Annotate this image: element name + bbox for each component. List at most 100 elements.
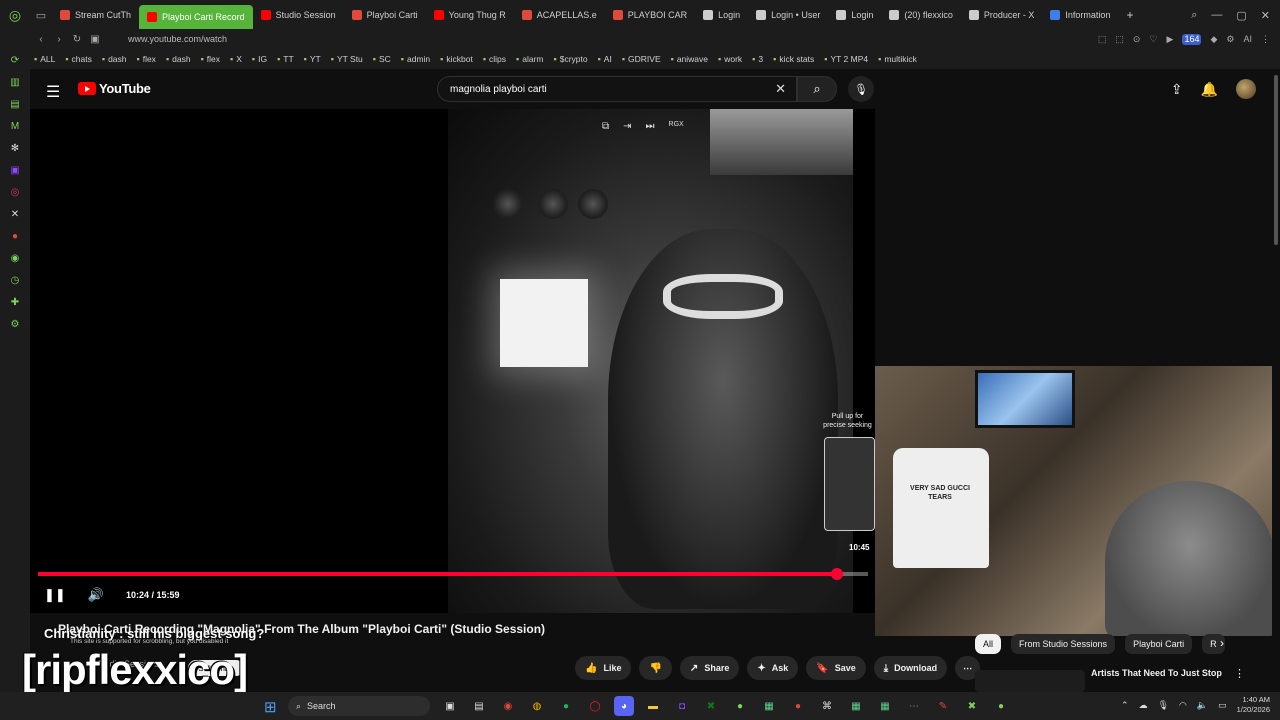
task-view-icon[interactable]: ▣ <box>440 696 460 716</box>
maximize-icon[interactable]: ▢ <box>1236 9 1246 22</box>
video-player[interactable]: ⧉ ⇥ ⏭ RGX Pull up for precise seeking 10… <box>30 109 875 613</box>
app-icon[interactable]: ● <box>788 696 808 716</box>
pause-icon[interactable]: ❚❚ <box>44 587 66 603</box>
bookmark-item[interactable]: ▪ YT 2 MP4 <box>824 54 868 64</box>
avatar[interactable] <box>1236 79 1256 99</box>
extension-icon[interactable]: ♡ <box>1149 34 1157 45</box>
sidebar-icon[interactable]: M <box>11 121 19 132</box>
volume-icon[interactable]: 🔊 <box>88 587 104 603</box>
wifi-icon[interactable]: ◠ <box>1179 700 1187 711</box>
app-icon[interactable]: ● <box>730 696 750 716</box>
bookmark-item[interactable]: ▪ kick stats <box>773 54 814 64</box>
new-tab-button[interactable]: + <box>1118 0 1141 30</box>
save-button[interactable]: 🔖 Save <box>806 656 866 680</box>
bookmark-item[interactable]: ▪ aniwave <box>671 54 708 64</box>
share-button[interactable]: ↗ Share <box>679 656 740 680</box>
bookmark-item[interactable]: ▪ YT Stu <box>331 54 363 64</box>
bookmark-item[interactable]: ▪ TT <box>277 54 294 64</box>
twitch-icon[interactable]: ▣ <box>10 165 19 176</box>
app-icon[interactable]: ⌘ <box>817 696 837 716</box>
x-icon[interactable]: ✕ <box>11 209 19 220</box>
download-button[interactable]: ⤓ Download <box>873 656 948 680</box>
browser-tab[interactable]: ACAPELLAS.e <box>514 0 605 30</box>
upload-icon[interactable]: ⇪ <box>1171 81 1183 98</box>
battery-icon[interactable]: ▭ <box>1218 700 1227 711</box>
bookmark-item[interactable]: ▪ IG <box>252 54 267 64</box>
voice-search-button[interactable]: 🎙 <box>848 76 874 102</box>
minimize-icon[interactable]: — <box>1211 9 1222 22</box>
bookmark-item[interactable]: ▪ X <box>230 54 242 64</box>
extension-icon[interactable]: ⬚ <box>1115 34 1124 45</box>
mic-icon[interactable]: 🎙 <box>1158 700 1169 711</box>
browser-tab[interactable]: Studio Session <box>253 0 344 30</box>
xbox-icon[interactable]: ✖ <box>962 696 982 716</box>
bookmark-item[interactable]: ▪ AI <box>598 54 612 64</box>
bookmark-item[interactable]: ▪ clips <box>483 54 506 64</box>
extension-icon[interactable]: ▶ <box>1167 34 1174 45</box>
settings-icon[interactable]: ⚙ <box>11 319 20 330</box>
opera-icon[interactable]: ◯ <box>585 696 605 716</box>
browser-tab[interactable]: (20) flexxico <box>881 0 961 30</box>
browser-tab[interactable]: Information <box>1042 0 1118 30</box>
scroll-thumb[interactable] <box>1274 75 1278 245</box>
xbox-icon[interactable]: ✖ <box>701 696 721 716</box>
page-scrollbar[interactable] <box>1272 69 1280 692</box>
skip-icon[interactable]: ⏭ <box>646 121 655 132</box>
url-field[interactable]: www.youtube.com/watch <box>128 34 227 44</box>
back-icon[interactable]: ‹ <box>32 34 50 45</box>
sidebar-icon[interactable]: ▤ <box>10 99 19 110</box>
extension-icon[interactable]: ⬚ <box>1098 34 1107 45</box>
filter-chip[interactable]: Playboi Carti <box>1125 634 1193 654</box>
app-icon[interactable]: ◉ <box>498 696 518 716</box>
bookmark-item[interactable]: ▪ dash <box>166 54 191 64</box>
app-icon[interactable]: ▦ <box>875 696 895 716</box>
app-icon[interactable]: ✎ <box>933 696 953 716</box>
file-explorer-icon[interactable]: ▬ <box>643 696 663 716</box>
search-input[interactable]: magnolia playboi carti ✕ <box>437 76 797 102</box>
browser-tab[interactable]: Login • User <box>748 0 828 30</box>
bookmark-item[interactable]: ▪ 3 <box>752 54 763 64</box>
system-clock[interactable]: 1:40 AM 1/20/2026 <box>1237 695 1270 715</box>
sidebar-icon[interactable]: ● <box>12 231 18 242</box>
bookmark-item[interactable]: ▪ ALL <box>34 54 55 64</box>
browser-tab[interactable]: Stream CutTh <box>52 0 139 30</box>
bookmark-item[interactable]: ▪ $crypto <box>554 54 588 64</box>
recommendation-thumbnail[interactable] <box>975 670 1085 692</box>
bookmark-item[interactable]: ▪ chats <box>65 54 92 64</box>
bookmark-item[interactable]: ▪ alarm <box>516 54 543 64</box>
youtube-logo[interactable]: YouTube <box>78 81 151 96</box>
like-button[interactable]: 👍 Like <box>575 656 632 680</box>
chrome-icon[interactable]: ◍ <box>527 696 547 716</box>
app-icon[interactable]: ▦ <box>759 696 779 716</box>
chatgpt-icon[interactable]: ✻ <box>11 143 19 154</box>
workspaces-icon[interactable]: ▭ <box>30 0 52 30</box>
extensions-icon[interactable]: ✚ <box>11 297 19 308</box>
search-tabs-icon[interactable]: ⌕ <box>1191 9 1197 22</box>
chip-next-icon[interactable]: › <box>1220 636 1224 650</box>
browser-tab[interactable]: PLAYBOI CAR <box>605 0 695 30</box>
recommendation-title[interactable]: Artists That Need To Just Stop <box>1091 668 1222 678</box>
progress-bar[interactable] <box>38 572 868 576</box>
browser-tab[interactable]: Login <box>828 0 881 30</box>
instagram-icon[interactable]: ◎ <box>11 187 20 198</box>
discord-icon[interactable]: ◕ <box>614 696 634 716</box>
browser-menu-icon[interactable]: ⋮ <box>1261 34 1270 45</box>
extension-icon[interactable]: ⚙ <box>1226 34 1234 45</box>
bookmark-item[interactable]: ▪ dash <box>102 54 127 64</box>
search-button[interactable]: ⌕ <box>797 76 837 102</box>
tray-chevron-icon[interactable]: ⌃ <box>1121 700 1129 711</box>
reload-icon[interactable]: ↻ <box>68 34 86 45</box>
app-icon[interactable]: ◘ <box>672 696 692 716</box>
app-icon[interactable]: ▤ <box>469 696 489 716</box>
bookmark-item[interactable]: ▪ YT <box>304 54 321 64</box>
exit-icon[interactable]: ⇥ <box>623 121 631 132</box>
extension-badge[interactable]: 164 <box>1182 33 1202 45</box>
filter-chip[interactable]: All <box>975 634 1002 654</box>
app-icon[interactable]: ▦ <box>846 696 866 716</box>
bookmark-item[interactable]: ▪ kickbot <box>440 54 473 64</box>
extension-icon[interactable]: ⊙ <box>1133 34 1141 45</box>
history-icon[interactable]: ◷ <box>11 275 20 286</box>
hamburger-menu-icon[interactable]: ☰ <box>46 82 60 102</box>
bookmark-item[interactable]: ▪ flex <box>137 54 156 64</box>
taskbar-search[interactable]: ⌕ Search <box>288 696 430 716</box>
